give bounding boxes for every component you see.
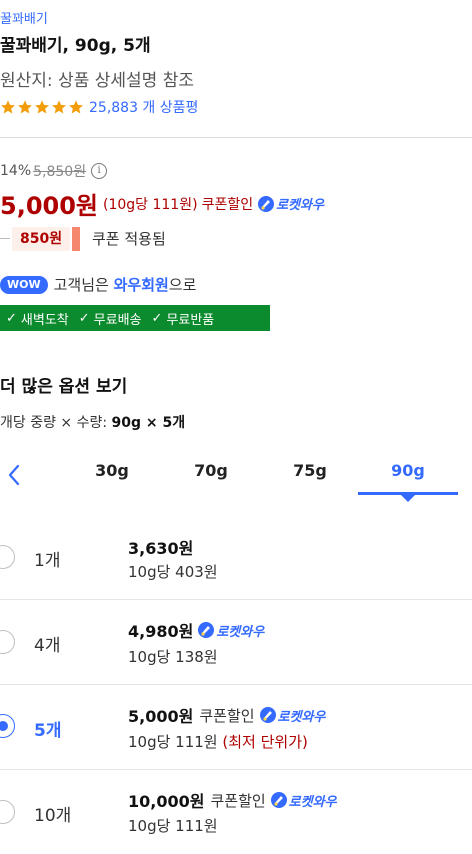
benefit-item: ✓ 무료배송 [79, 309, 142, 328]
rocket-wow-badge: 로켓와우 [198, 621, 264, 640]
option-unit-price: 10g당 403원 [128, 563, 218, 581]
option-price: 10,000원 [128, 792, 205, 811]
coupon-connector [0, 238, 10, 239]
option-quantity: 4개 [34, 636, 61, 656]
rating-row[interactable]: 25,883 개 상품평 [0, 97, 198, 117]
rocket-wow-badge: 로켓와우 [259, 706, 326, 725]
coupon-applied-text: 쿠폰 적용됨 [92, 230, 166, 248]
chevron-left-icon[interactable] [4, 461, 26, 489]
benefit-label: 무료반품 [166, 312, 215, 328]
star-icon [69, 100, 83, 114]
option-price: 5,000원 [128, 707, 194, 726]
tab-30g[interactable]: 30g [76, 461, 148, 487]
option-unit-price: 10g당 111원 [128, 817, 218, 835]
rocket-wow-badge: 로켓와우 [270, 791, 337, 810]
unit-price: (10g당 111원) [103, 196, 198, 213]
option-price-line: 3,630원 [128, 535, 193, 559]
rocket-wow-badge: 로켓와우 [258, 194, 324, 213]
weight-tabs: 30g 70g 75g 90g [0, 455, 472, 495]
coupon-discount-label: 쿠폰할인 [201, 196, 254, 213]
check-icon: ✓ [6, 310, 17, 326]
option-row-1[interactable] [0, 515, 472, 599]
original-price: 5,850원 [33, 164, 87, 180]
benefit-label: 무료배송 [93, 312, 142, 328]
options-summary-prefix: 개당 중량 × 수량: [0, 415, 112, 431]
option-price-line: 5,000원 쿠폰할인 로켓와우 [128, 703, 325, 727]
info-icon[interactable]: i [91, 163, 108, 179]
option-price: 4,980원 [128, 622, 194, 641]
wow-text-after: 으로 [168, 276, 197, 294]
star-rating [0, 99, 84, 115]
benefit-item: ✓ 새벽도착 [6, 309, 69, 328]
product-title: 꿀꽈배기, 90g, 5개 [0, 36, 151, 56]
tab-90g[interactable]: 90g [372, 461, 444, 487]
star-icon [35, 100, 49, 114]
rocket-icon [259, 707, 276, 723]
wow-message: 고객님은 와우회원으로 [54, 274, 197, 295]
star-icon [18, 100, 32, 114]
tab-70g[interactable]: 70g [175, 461, 247, 487]
option-row-2[interactable] [0, 600, 472, 684]
discount-percent: 14% [0, 163, 32, 179]
review-count-link[interactable]: 25,883 개 상품평 [89, 97, 198, 117]
divider [0, 137, 472, 138]
check-icon: ✓ [78, 310, 90, 326]
wow-member-label: 와우회원 [113, 276, 169, 294]
coupon-tag-edge [72, 227, 80, 251]
coupon-amount-tag: 850원 [12, 227, 71, 251]
wow-member-row: WOW 고객님은 와우회원으로 [0, 274, 196, 295]
benefit-bar: ✓ 새벽도착 ✓ 무료배송 ✓ 무료반품 [0, 305, 270, 331]
lowest-unit-price-note: (최저 단위가) [222, 733, 308, 751]
tab-75g[interactable]: 75g [274, 461, 346, 487]
option-unit-price: 10g당 138원 [128, 648, 218, 666]
option-coupon-label: 쿠폰할인 [199, 706, 255, 725]
rocket-icon [258, 195, 275, 212]
option-row-3[interactable] [0, 685, 472, 769]
option-price-line: 10,000원 쿠폰할인 로켓와우 [128, 788, 337, 812]
star-icon [52, 100, 66, 114]
option-unit-line: 10g당 111원 (최저 단위가) [128, 731, 308, 752]
options-summary: 개당 중량 × 수량: 90g × 5개 [0, 412, 185, 432]
option-quantity: 1개 [34, 551, 61, 571]
star-icon [1, 100, 15, 114]
price-row: 5,000원 (10g당 111원) 쿠폰할인 로켓와우 [0, 186, 324, 221]
option-coupon-label: 쿠폰할인 [210, 791, 266, 810]
discount-row: 14% 5,850원 i [0, 161, 108, 181]
rocket-wow-label: 로켓와우 [277, 709, 326, 725]
benefit-label: 새벽도착 [20, 312, 69, 328]
option-price-line: 4,980원 로켓와우 [128, 618, 264, 642]
rocket-icon [198, 622, 215, 638]
options-summary-value: 90g × 5개 [111, 415, 186, 431]
option-quantity: 10개 [34, 806, 72, 826]
wow-text-before: 고객님은 [53, 276, 114, 294]
sale-price: 5,000원 [0, 192, 98, 220]
origin-text: 원산지: 상품 상세설명 참조 [0, 71, 194, 91]
rocket-wow-label: 로켓와우 [276, 198, 324, 213]
rocket-wow-label: 로켓와우 [288, 794, 337, 810]
check-icon: ✓ [151, 310, 163, 326]
option-price: 3,630원 [128, 539, 194, 558]
rocket-icon [270, 792, 287, 808]
rocket-wow-label: 로켓와우 [216, 624, 265, 640]
caret-down-icon [401, 495, 415, 502]
option-unit-price: 10g당 111원 [128, 733, 218, 751]
brand-link[interactable]: 꿀꽈배기 [0, 8, 48, 27]
benefit-item: ✓ 무료반품 [152, 309, 215, 328]
option-quantity: 5개 [34, 721, 62, 741]
options-title: 더 많은 옵션 보기 [0, 377, 128, 397]
wow-badge: WOW [0, 275, 48, 294]
